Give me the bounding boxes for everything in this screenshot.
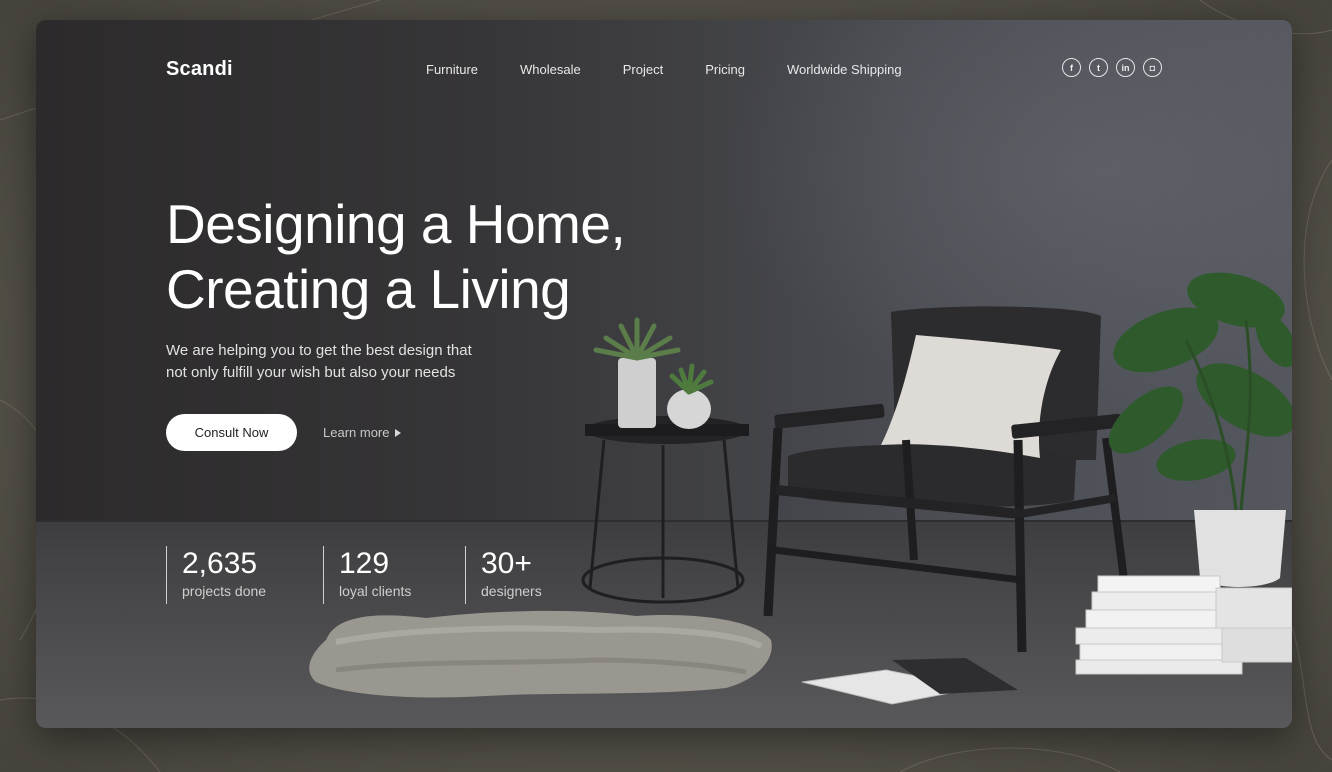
rug: [309, 610, 772, 698]
nav-item-worldwide-shipping[interactable]: Worldwide Shipping: [787, 62, 902, 77]
open-book: [801, 658, 1018, 705]
hero-frame: Scandi Furniture Wholesale Project Prici…: [36, 20, 1292, 728]
instagram-icon[interactable]: ◘: [1143, 58, 1162, 77]
hero-title-line-1: Designing a Home,: [166, 193, 626, 255]
nav-item-wholesale[interactable]: Wholesale: [520, 62, 581, 77]
stat-designers: 30+ designers: [465, 546, 585, 604]
hero-content: Designing a Home, Creating a Living We a…: [166, 192, 626, 384]
brand-logo[interactable]: Scandi: [166, 58, 233, 81]
stat-label: designers: [481, 583, 542, 599]
stat-value: 129: [339, 547, 390, 580]
stat-label: projects done: [182, 583, 267, 599]
nav-item-pricing[interactable]: Pricing: [705, 62, 745, 77]
facebook-icon[interactable]: f: [1062, 58, 1081, 77]
stat-clients: 129 loyal clients: [323, 546, 465, 604]
linkedin-icon[interactable]: in: [1116, 58, 1135, 77]
play-arrow-icon: [395, 428, 402, 437]
nav-item-project[interactable]: Project: [623, 62, 663, 77]
stat-label: loyal clients: [339, 583, 412, 599]
nav-item-furniture[interactable]: Furniture: [426, 62, 478, 77]
top-nav: Scandi Furniture Wholesale Project Prici…: [166, 56, 1162, 86]
consult-now-button[interactable]: Consult Now: [166, 414, 297, 451]
learn-more-link[interactable]: Learn more: [323, 425, 402, 440]
book-stack: [1075, 575, 1292, 675]
stat-projects: 2,635 projects done: [166, 546, 323, 604]
twitter-icon[interactable]: t: [1089, 58, 1108, 77]
stat-value: 2,635: [182, 547, 258, 580]
stat-value: 30+: [481, 547, 532, 580]
hero-subtitle-line-2: not only fulfill your wish but also your…: [166, 364, 456, 381]
hero-actions: Consult Now Learn more: [166, 414, 402, 451]
learn-more-label: Learn more: [323, 425, 390, 440]
stats-row: 2,635 projects done 129 loyal clients 30…: [166, 546, 585, 604]
hero-title: Designing a Home, Creating a Living: [166, 192, 626, 322]
hero-title-line-2: Creating a Living: [166, 258, 571, 320]
social-links: f t in ◘: [1062, 58, 1162, 77]
hero-subtitle: We are helping you to get the best desig…: [166, 340, 506, 384]
hero-subtitle-line-1: We are helping you to get the best desig…: [166, 342, 472, 359]
nav-menu: Furniture Wholesale Project Pricing Worl…: [426, 62, 902, 77]
